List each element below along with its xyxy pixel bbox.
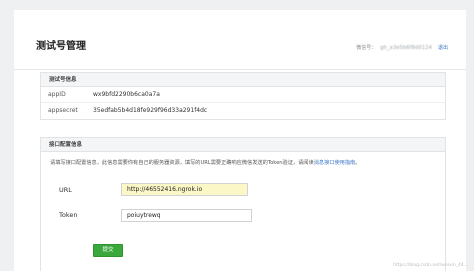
test-account-panel: 测试号信息 appID wx9bfd2290b6ca0a7a appsecret…	[40, 72, 446, 120]
appid-value: wx9bfd2290b6ca0a7a	[93, 91, 160, 98]
watermark: https://blog.csdn.net/weixin_44...	[393, 263, 468, 268]
page-header: 测试号管理 微信号： gh_a3e5b6f8d0124 退出	[14, 10, 466, 70]
appsecret-value: 35edfab5b4d18fe929f96d33a291f4dc	[93, 107, 208, 114]
token-label: Token	[59, 211, 78, 219]
interface-config-panel: 接口配置信息 请填写接口配置信息，此信息需要你有自己的服务器资源，填写的URL需…	[40, 137, 446, 271]
page-container: 测试号管理 微信号： gh_a3e5b6f8d0124 退出 测试号信息 appID…	[14, 10, 466, 271]
appid-row: appID wx9bfd2290b6ca0a7a	[41, 87, 445, 103]
appid-label: appID	[48, 91, 66, 98]
intro-text: 请填写接口配置信息，此信息需要你有自己的服务器资源，填写的URL需要正确响应微信…	[50, 160, 314, 166]
account-value: gh_a3e5b6f8d0124	[380, 45, 432, 51]
logout-link[interactable]: 退出	[438, 45, 448, 51]
appsecret-label: appsecret	[48, 107, 78, 114]
interface-intro: 请填写接口配置信息，此信息需要你有自己的服务器资源，填写的URL需要正确响应微信…	[50, 159, 360, 166]
url-input[interactable]	[121, 183, 248, 196]
interface-config-heading: 接口配置信息	[41, 138, 445, 152]
url-label: URL	[59, 186, 72, 194]
token-input[interactable]	[121, 209, 252, 222]
page-title: 测试号管理	[36, 41, 86, 52]
message-guide-link[interactable]: 消息接口使用指南	[314, 160, 356, 166]
account-label: 微信号：	[356, 45, 377, 51]
test-account-heading: 测试号信息	[41, 73, 445, 87]
account-info: 微信号： gh_a3e5b6f8d0124 退出	[356, 44, 448, 51]
submit-button[interactable]: 提交	[93, 244, 123, 257]
intro-end: 。	[355, 160, 361, 166]
appsecret-row: appsecret 35edfab5b4d18fe929f96d33a291f4…	[41, 103, 445, 119]
